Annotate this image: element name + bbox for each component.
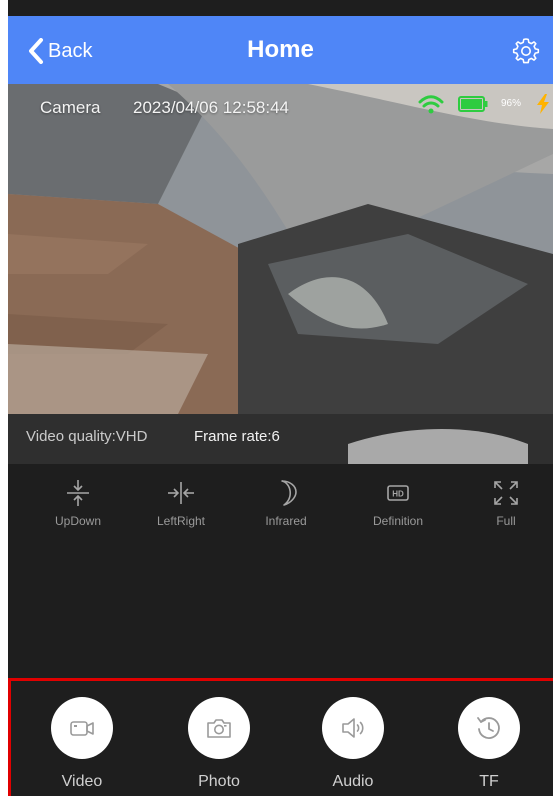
control-label: LeftRight xyxy=(156,514,206,528)
speaker-icon xyxy=(342,718,364,738)
battery-percentage: 96% xyxy=(501,98,522,109)
control-label: Full xyxy=(496,514,516,528)
definition-button[interactable]: HD Definition xyxy=(353,478,443,528)
hd-icon: HD xyxy=(387,485,409,501)
gear-icon[interactable] xyxy=(511,36,541,66)
photo-camera-icon xyxy=(207,719,231,738)
control-label: Definition xyxy=(372,514,424,528)
action-bar: Video Photo Audio TF xyxy=(8,678,553,796)
flip-vertical-icon xyxy=(67,480,89,506)
action-label: Audio xyxy=(332,773,374,790)
action-label: TF xyxy=(479,773,499,790)
battery-icon xyxy=(458,96,488,112)
top-nav-bar: Back Home xyxy=(8,16,553,84)
control-label: Infrared xyxy=(265,514,307,528)
charging-bolt-icon xyxy=(537,94,549,114)
tf-button-circle[interactable] xyxy=(458,697,520,759)
page-title: Home xyxy=(247,36,314,63)
svg-text:HD: HD xyxy=(392,490,404,499)
infrared-button[interactable]: Infrared xyxy=(241,478,331,528)
camera-scene-image xyxy=(8,84,553,464)
camera-feed[interactable]: Camera 2023/04/06 12:58:44 96% Video qua… xyxy=(8,84,553,464)
camera-timestamp: 2023/04/06 12:58:44 xyxy=(133,98,289,117)
video-record-button[interactable]: Video xyxy=(37,697,127,791)
audio-button[interactable]: Audio xyxy=(308,697,398,791)
photo-button-circle[interactable] xyxy=(188,697,250,759)
moon-icon xyxy=(281,480,297,506)
updown-button[interactable]: UpDown xyxy=(33,478,123,528)
flip-horizontal-icon xyxy=(168,482,194,504)
wifi-icon xyxy=(418,95,444,114)
video-button-circle[interactable] xyxy=(51,697,113,759)
frame-rate-label: Frame rate:6 xyxy=(194,428,280,445)
control-label: UpDown xyxy=(54,514,102,528)
action-label: Photo xyxy=(198,773,240,790)
fullscreen-button[interactable]: Full xyxy=(461,478,551,528)
audio-button-circle[interactable] xyxy=(322,697,384,759)
video-camera-icon xyxy=(70,721,94,736)
control-toolbar: UpDown LeftRight Infrared HD Definition xyxy=(8,478,553,548)
tf-card-button[interactable]: TF xyxy=(444,697,534,791)
history-icon xyxy=(477,717,500,739)
leftright-button[interactable]: LeftRight xyxy=(136,478,226,528)
app-frame: Back Home Camera 2023/04/06 12:58:44 96%… xyxy=(8,0,553,796)
fullscreen-icon xyxy=(494,481,518,505)
camera-name: Camera xyxy=(40,98,101,117)
action-label: Video xyxy=(61,773,103,790)
photo-button[interactable]: Photo xyxy=(174,697,264,791)
video-quality-label: Video quality:VHD xyxy=(26,428,148,445)
